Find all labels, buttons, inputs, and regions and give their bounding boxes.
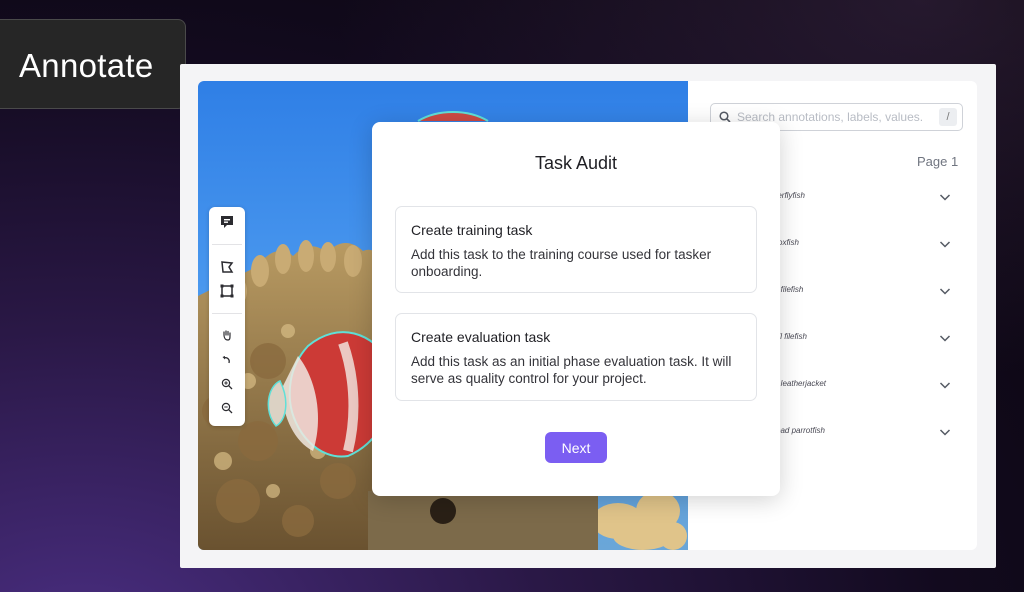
- chevron-down-icon[interactable]: [939, 191, 951, 203]
- zoom-out-icon: [221, 402, 233, 414]
- zoom-out-tool[interactable]: [217, 398, 237, 418]
- chevron-down-icon[interactable]: [939, 426, 951, 438]
- undo-tool[interactable]: [217, 350, 237, 370]
- annotate-tag-label: Annotate: [19, 47, 154, 84]
- page-label: Page 1: [917, 154, 959, 169]
- bounding-box-tool[interactable]: [217, 281, 237, 301]
- annotation-label: ead parrotfish: [776, 426, 825, 435]
- chevron-down-icon[interactable]: [939, 379, 951, 391]
- chevron-down-icon[interactable]: [939, 285, 951, 297]
- zoom-in-icon: [221, 378, 233, 390]
- comment-tool[interactable]: [217, 212, 237, 232]
- annotation-label: d leatherjacket: [774, 379, 827, 388]
- chevron-down-icon[interactable]: [939, 238, 951, 250]
- polygon-tool[interactable]: [217, 257, 237, 277]
- chevron-down-icon[interactable]: [939, 332, 951, 344]
- polygon-tool-icon: [221, 261, 234, 273]
- next-button[interactable]: Next: [545, 432, 607, 463]
- toolbar-divider: [212, 244, 242, 245]
- toolbar-divider: [212, 313, 242, 314]
- pan-hand-icon: [223, 330, 231, 341]
- modal-title: Task Audit: [534, 153, 618, 173]
- undo-icon: [222, 356, 230, 364]
- search-shortcut-key: /: [939, 108, 957, 126]
- annotate-tag: Annotate: [0, 19, 186, 109]
- pan-tool[interactable]: [217, 325, 237, 345]
- option-description: Add this task to the training course use…: [411, 247, 712, 279]
- option-description: Add this task as an initial phase evalua…: [411, 354, 732, 386]
- task-audit-modal: Task Audit Create training task Add this…: [372, 122, 780, 496]
- zoom-in-tool[interactable]: [217, 374, 237, 394]
- annotation-label: oxfish: [778, 238, 799, 247]
- annotation-toolbar: [209, 207, 245, 426]
- option-title: Create training task: [411, 222, 533, 238]
- comment-icon: [221, 216, 233, 228]
- create-evaluation-task-option[interactable]: Create evaluation task Add this task as …: [395, 313, 757, 401]
- option-title: Create evaluation task: [411, 329, 551, 345]
- bounding-box-icon: [220, 284, 234, 298]
- create-training-task-option[interactable]: Create training task Add this task to th…: [395, 206, 757, 293]
